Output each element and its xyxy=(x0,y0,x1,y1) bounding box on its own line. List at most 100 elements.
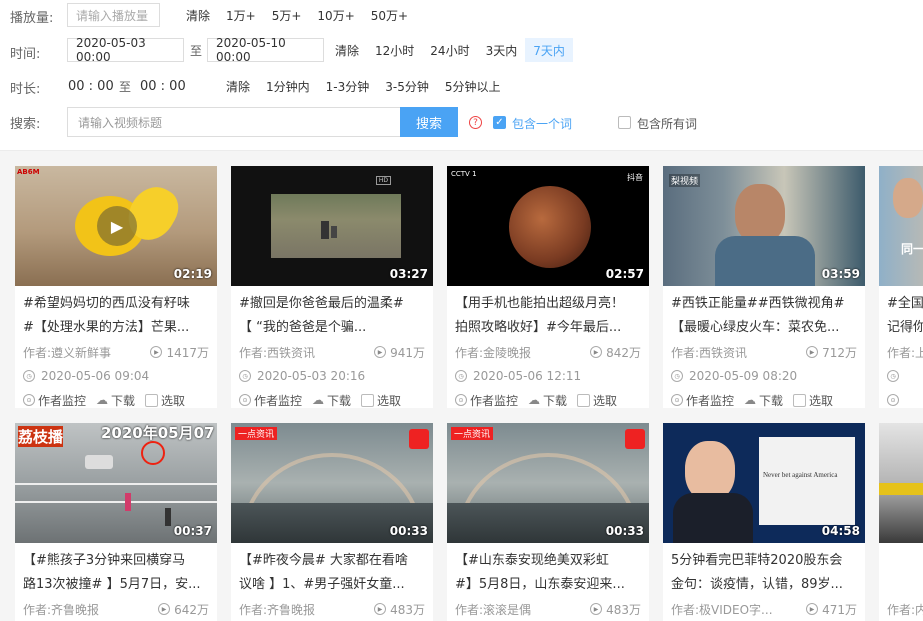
duration-end-input[interactable]: 00 : 00 xyxy=(140,79,186,94)
plays-10k-option[interactable]: 1万+ xyxy=(218,3,264,27)
card-actions: ⊙ 作者监控 ☁ 下载 选取 xyxy=(447,388,649,412)
time-end-input[interactable]: 2020-05-10 00:00 xyxy=(207,36,324,64)
plays-filter-row: 播放量: 请输入播放量 清除 1万+ 5万+ 10万+ 50万+ xyxy=(0,1,923,29)
video-title[interactable]: 【#熊孩子3分钟来回横穿马 路13次被撞# 】5月7日，安... xyxy=(15,543,217,597)
video-card[interactable]: 梨视频 03:59 #西铁正能量##西铁微视角# 【最暖心绿皮火车：菜农免...… xyxy=(663,166,865,408)
video-meta: 作者:上 xyxy=(879,340,923,364)
video-title[interactable]: #西铁正能量##西铁微视角# 【最暖心绿皮火车：菜农免... xyxy=(663,286,865,340)
duration-1min-option[interactable]: 1分钟内 xyxy=(258,74,318,98)
video-author[interactable]: 作者:西铁资讯 xyxy=(239,344,315,361)
contain-one-label[interactable]: 包含一个词 xyxy=(512,115,572,132)
plays-input[interactable]: 请输入播放量 xyxy=(67,3,160,27)
author-monitor-button[interactable]: ⊙ 作者监控 xyxy=(671,392,734,409)
video-author[interactable]: 作者:滚滚是偶 xyxy=(455,601,531,618)
video-card[interactable]: ▶ AB6M 02:19 #希望妈妈切的西瓜没有籽味 #【处理水果的方法】芒果.… xyxy=(15,166,217,408)
video-title[interactable]: #全国 记得你 xyxy=(879,286,923,340)
plays-clear-option[interactable]: 清除 xyxy=(178,3,218,27)
contain-all-label[interactable]: 包含所有词 xyxy=(637,115,697,132)
video-author[interactable]: 作者:上 xyxy=(887,344,923,361)
video-thumbnail[interactable]: 荔枝播 2020年05月07 00:37 xyxy=(15,423,217,543)
video-duration: 02:19 xyxy=(173,267,212,281)
contain-one-checkbox[interactable]: ✓ xyxy=(493,116,506,129)
video-thumbnail[interactable]: CCTV 1 抖音 02:57 xyxy=(447,166,649,286)
video-thumbnail[interactable]: 梨视频 03:59 xyxy=(663,166,865,286)
video-author[interactable]: 作者:西铁资讯 xyxy=(671,344,747,361)
select-checkbox-box[interactable] xyxy=(145,393,159,407)
video-card[interactable]: CCTV 1 抖音 02:57 【用手机也能拍出超级月亮！ 拍照攻略收好】#今年… xyxy=(447,166,649,408)
select-checkbox-box[interactable] xyxy=(577,393,591,407)
question-icon[interactable]: ? xyxy=(469,116,482,129)
video-meta: 作者:西铁资讯 ▶ 712万 xyxy=(663,340,865,364)
highlight-circle xyxy=(141,441,165,465)
video-card[interactable]: 一点资讯 00:33 【#昨夜今晨# 大家都在看啥 议啥 】1、#男子强奸女童.… xyxy=(231,423,433,621)
time-12h-option[interactable]: 12小时 xyxy=(367,38,422,62)
play-icon[interactable]: ▶ xyxy=(97,206,137,246)
time-clear-option[interactable]: 清除 xyxy=(327,38,367,62)
video-title[interactable] xyxy=(879,543,923,597)
time-24h-option[interactable]: 24小时 xyxy=(422,38,477,62)
download-button[interactable]: ☁ 下载 xyxy=(744,392,783,409)
video-author[interactable]: 作者:齐鲁晚报 xyxy=(239,601,315,618)
video-thumbnail[interactable]: 一点资讯 00:33 xyxy=(231,423,433,543)
video-thumbnail[interactable]: 一点资讯 00:33 xyxy=(447,423,649,543)
video-card[interactable]: Never bet against America 04:58 5分钟看完巴菲特… xyxy=(663,423,865,621)
author-monitor-button[interactable]: ⊙ xyxy=(887,394,899,406)
download-label: 下载 xyxy=(111,393,136,408)
video-duration: 02:57 xyxy=(605,267,644,281)
select-checkbox-box[interactable] xyxy=(361,393,375,407)
select-checkbox[interactable]: 选取 xyxy=(361,392,401,409)
video-title-line: 【 “我的爸爸是个骗... xyxy=(239,320,367,335)
download-button[interactable]: ☁ 下载 xyxy=(312,392,351,409)
video-card[interactable]: 荔枝播 2020年05月07 00:37 【#熊孩子3分钟来回横穿马 路13次被… xyxy=(15,423,217,621)
plays-500k-option[interactable]: 50万+ xyxy=(363,3,416,27)
plays-100k-option[interactable]: 10万+ xyxy=(309,3,362,27)
author-monitor-button[interactable]: ⊙ 作者监控 xyxy=(23,392,86,409)
download-button[interactable]: ☁ 下载 xyxy=(96,392,135,409)
select-checkbox[interactable]: 选取 xyxy=(145,392,185,409)
video-title[interactable]: #撤回是你爸爸最后的温柔# 【 “我的爸爸是个骗... xyxy=(231,286,433,340)
video-title-line: #西铁正能量##西铁微视角# xyxy=(671,296,845,311)
download-button[interactable]: ☁ 下载 xyxy=(528,392,567,409)
clock-icon: ◷ xyxy=(455,370,467,382)
monitor-icon: ⊙ xyxy=(455,394,467,406)
duration-3-5min-option[interactable]: 3-5分钟 xyxy=(377,74,437,98)
select-checkbox-box[interactable] xyxy=(793,393,807,407)
video-author[interactable]: 作者:金陵晚报 xyxy=(455,344,531,361)
search-input[interactable]: 请输入视频标题 xyxy=(67,107,401,137)
video-thumbnail[interactable]: ▶ AB6M 02:19 xyxy=(15,166,217,286)
video-title[interactable]: 【#昨夜今晨# 大家都在看啥 议啥 】1、#男子强奸女童... xyxy=(231,543,433,597)
video-author[interactable]: 作者:内 xyxy=(887,601,923,618)
video-author[interactable]: 作者:极VIDEO字... xyxy=(671,601,773,618)
video-thumbnail[interactable]: Never bet against America 04:58 xyxy=(663,423,865,543)
search-button[interactable]: 搜索 xyxy=(400,107,458,137)
play-count: ▶ 483万 xyxy=(374,601,425,618)
time-start-input[interactable]: 2020-05-03 00:00 xyxy=(67,36,184,64)
video-duration: 03:27 xyxy=(389,267,428,281)
video-title[interactable]: 5分钟看完巴菲特2020股东会 金句：谈疫情，认错，89岁... xyxy=(663,543,865,597)
video-card[interactable]: 一点资讯 00:33 【#山东泰安现绝美双彩虹 #】5月8日，山东泰安迎来...… xyxy=(447,423,649,621)
video-card[interactable]: 作者:内 xyxy=(879,423,923,621)
author-monitor-button[interactable]: ⊙ 作者监控 xyxy=(239,392,302,409)
plays-50k-option[interactable]: 5万+ xyxy=(264,3,310,27)
video-meta: 作者:内 xyxy=(879,597,923,621)
time-7d-option[interactable]: 7天内 xyxy=(525,38,573,62)
video-title[interactable]: 【用手机也能拍出超级月亮！ 拍照攻略收好】#今年最后... xyxy=(447,286,649,340)
select-checkbox[interactable]: 选取 xyxy=(577,392,617,409)
video-card[interactable]: HD 03:27 #撤回是你爸爸最后的温柔# 【 “我的爸爸是个骗... 作者:… xyxy=(231,166,433,408)
video-thumbnail[interactable]: 同一 xyxy=(879,166,923,286)
duration-start-input[interactable]: 00 : 00 xyxy=(68,79,114,94)
time-3d-option[interactable]: 3天内 xyxy=(478,38,526,62)
video-author[interactable]: 作者:遵义新鲜事 xyxy=(23,344,111,361)
select-checkbox[interactable]: 选取 xyxy=(793,392,833,409)
duration-1-3min-option[interactable]: 1-3分钟 xyxy=(318,74,378,98)
video-thumbnail[interactable]: HD 03:27 xyxy=(231,166,433,286)
video-title[interactable]: 【#山东泰安现绝美双彩虹 #】5月8日，山东泰安迎来... xyxy=(447,543,649,597)
video-title[interactable]: #希望妈妈切的西瓜没有籽味 #【处理水果的方法】芒果... xyxy=(15,286,217,340)
duration-clear-option[interactable]: 清除 xyxy=(218,74,258,98)
video-thumbnail[interactable] xyxy=(879,423,923,543)
video-card[interactable]: 同一 #全国 记得你 作者:上 ◷ ⊙ xyxy=(879,166,923,408)
author-monitor-button[interactable]: ⊙ 作者监控 xyxy=(455,392,518,409)
duration-5min-plus-option[interactable]: 5分钟以上 xyxy=(437,74,509,98)
video-author[interactable]: 作者:齐鲁晚报 xyxy=(23,601,99,618)
contain-all-checkbox[interactable] xyxy=(618,116,631,129)
